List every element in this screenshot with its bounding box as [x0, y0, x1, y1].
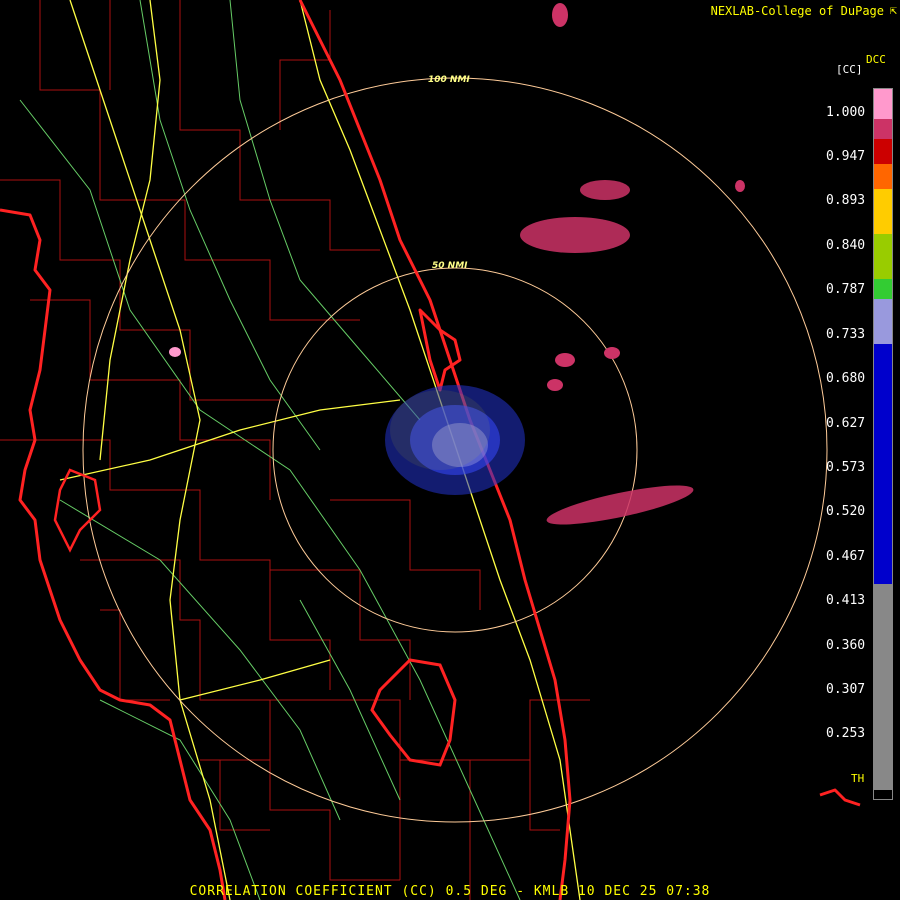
scale-green	[874, 279, 892, 299]
radar-map: 100 NMI 50 NMI	[0, 0, 861, 900]
legend-tick: 0.787	[826, 282, 866, 297]
legend-tick: 0.840	[826, 238, 866, 253]
legend-tick: 0.413	[826, 593, 866, 608]
scale-blue	[874, 344, 892, 584]
legend-tick: 0.520	[826, 504, 866, 519]
scale-gray	[874, 584, 892, 790]
scale-red	[874, 139, 892, 164]
legend-tick: 0.360	[826, 638, 866, 653]
scale-olive	[874, 234, 892, 279]
legend-tick: 0.893	[826, 193, 866, 208]
product-title: CORRELATION COEFFICIENT (CC) 0.5 DEG - K…	[189, 884, 711, 899]
legend-tick: 0.680	[826, 371, 866, 386]
legend-product: DCC	[866, 53, 886, 66]
legend-tick: 0.253	[826, 726, 866, 741]
legend-tick: 0.627	[826, 416, 866, 431]
legend-tick: 0.467	[826, 549, 866, 564]
legend-tick: 1.000	[826, 105, 866, 120]
ring-label-100: 100 NMI	[428, 75, 470, 85]
lake-okeechobee	[370, 658, 457, 767]
ring-label-50: 50 NMI	[432, 261, 468, 271]
corner-arrow-icon: ⇱	[889, 3, 897, 17]
threshold-label: TH	[851, 772, 865, 785]
legend-tick: 0.733	[826, 327, 866, 342]
credit-text: NEXLAB-College of DuPage	[710, 4, 884, 18]
legend-tick: 0.573	[826, 460, 866, 475]
scale-magenta	[874, 119, 892, 139]
scale-black	[874, 790, 892, 799]
scale-gold	[874, 189, 892, 234]
scale-orange	[874, 164, 892, 189]
scale-lavender	[874, 299, 892, 344]
legend-unit: [CC]	[836, 63, 863, 76]
legend-tick: 0.307	[826, 682, 866, 697]
legend-tick: 0.947	[826, 149, 866, 164]
color-scale-bar	[873, 88, 893, 800]
scale-pink	[874, 89, 892, 119]
